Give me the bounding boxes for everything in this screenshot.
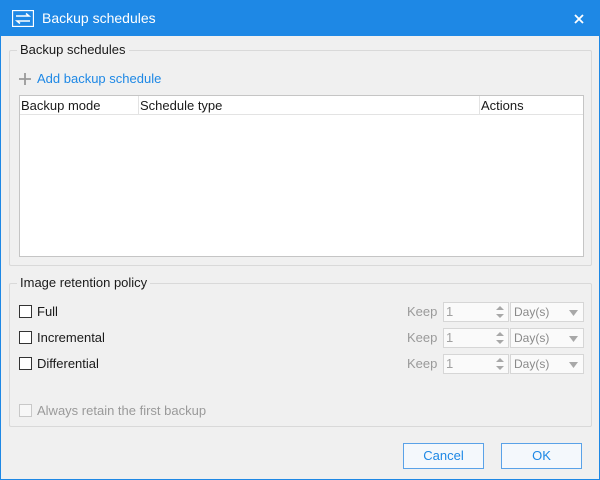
retention-row-differential: Differential Keep 1 Day(s) [19, 354, 584, 374]
incremental-keep-value: 1 [446, 330, 454, 345]
add-backup-schedule-link[interactable]: Add backup schedule [19, 71, 161, 87]
full-unit-value: Day(s) [514, 305, 550, 319]
keep-label: Keep [407, 304, 438, 319]
retention-row-incremental: Incremental Keep 1 Day(s) [19, 328, 584, 348]
full-checkbox[interactable] [19, 305, 32, 318]
retention-row-full: Full Keep 1 Day(s) [19, 302, 584, 322]
ok-button[interactable]: OK [501, 443, 582, 469]
stepper-arrows-icon [496, 332, 504, 344]
window-title: Backup schedules [42, 10, 156, 26]
incremental-checkbox[interactable] [19, 331, 32, 344]
table-header: Backup mode Schedule type Actions [20, 96, 583, 115]
chevron-down-icon [569, 310, 578, 316]
add-backup-schedule-label: Add backup schedule [37, 71, 162, 86]
retention-policy-legend: Image retention policy [17, 275, 151, 291]
close-button[interactable] [559, 1, 599, 36]
title-bar: Backup schedules [1, 1, 599, 36]
differential-checkbox[interactable] [19, 357, 32, 370]
differential-keep-stepper[interactable]: 1 [443, 354, 509, 374]
retain-first-backup-label: Always retain the first backup [37, 403, 207, 418]
full-label: Full [37, 304, 58, 319]
incremental-keep-stepper[interactable]: 1 [443, 328, 509, 348]
plus-icon [19, 73, 31, 85]
incremental-unit-value: Day(s) [514, 331, 550, 345]
stepper-arrows-icon [496, 358, 504, 370]
incremental-unit-select[interactable]: Day(s) [510, 328, 584, 348]
stepper-arrows-icon [496, 306, 504, 318]
schedules-table[interactable]: Backup mode Schedule type Actions [19, 95, 584, 257]
backup-arrows-icon [12, 10, 34, 27]
retention-policy-group: Image retention policy Full Keep 1 Day(s… [9, 275, 592, 427]
incremental-label: Incremental [37, 330, 105, 345]
backup-schedules-legend: Backup schedules [17, 42, 129, 58]
chevron-down-icon [569, 336, 578, 342]
chevron-down-icon [569, 362, 578, 368]
differential-label: Differential [37, 356, 99, 371]
keep-label: Keep [407, 356, 438, 371]
differential-unit-value: Day(s) [514, 357, 550, 371]
full-keep-value: 1 [446, 304, 454, 319]
retain-first-backup-checkbox[interactable] [19, 404, 32, 417]
backup-schedules-dialog: Backup schedules Backup schedules Add ba… [0, 0, 600, 480]
backup-schedules-group: Backup schedules Add backup schedule Bac… [9, 42, 592, 266]
keep-label: Keep [407, 330, 438, 345]
full-keep-stepper[interactable]: 1 [443, 302, 509, 322]
column-header-actions[interactable]: Actions [480, 96, 583, 115]
close-icon [574, 13, 584, 24]
full-unit-select[interactable]: Day(s) [510, 302, 584, 322]
column-header-schedule-type[interactable]: Schedule type [139, 96, 480, 115]
differential-keep-value: 1 [446, 356, 454, 371]
cancel-button[interactable]: Cancel [403, 443, 484, 469]
differential-unit-select[interactable]: Day(s) [510, 354, 584, 374]
retain-first-backup-row: Always retain the first backup [19, 401, 319, 419]
column-header-backup-mode[interactable]: Backup mode [20, 96, 139, 115]
